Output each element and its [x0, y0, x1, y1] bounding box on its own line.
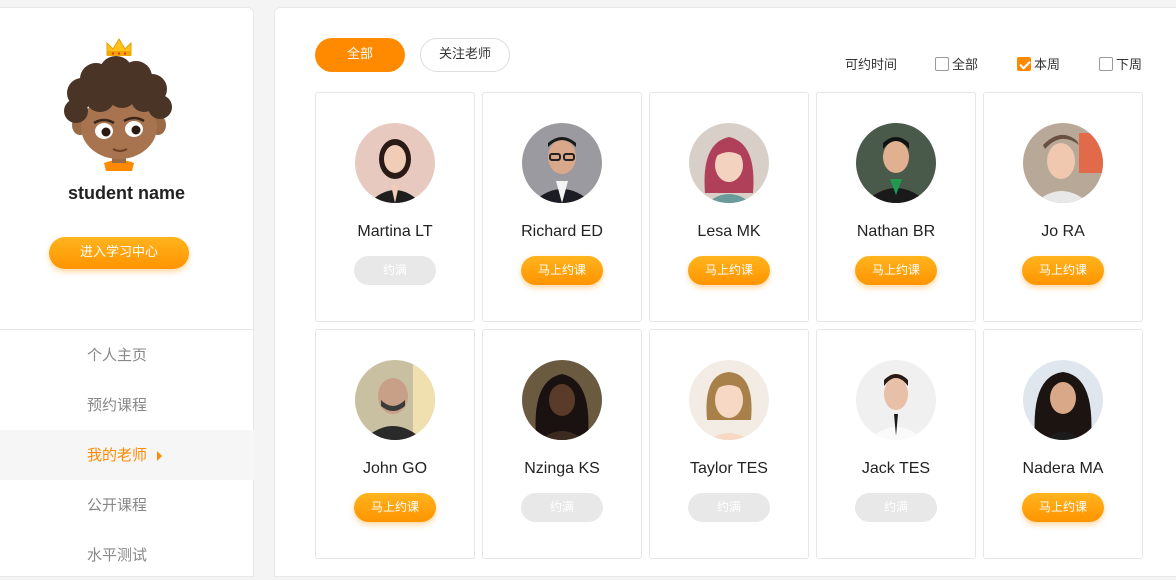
- book-now-button[interactable]: 马上约课: [354, 493, 436, 522]
- fully-booked-button: 约满: [855, 493, 937, 522]
- teacher-name: John GO: [362, 460, 428, 477]
- teacher-name: Nzinga KS: [524, 460, 600, 477]
- filter-all-button[interactable]: 全部: [315, 38, 405, 72]
- student-avatar: [60, 35, 176, 180]
- time-option-label: 全部: [952, 58, 979, 73]
- teacher-name: Jo RA: [1041, 223, 1085, 240]
- teacher-card[interactable]: Nathan BR 马上约课: [816, 92, 976, 322]
- time-option-label: 本周: [1034, 58, 1061, 73]
- book-now-button[interactable]: 马上约课: [1022, 256, 1104, 285]
- available-time-label: 可约时间: [845, 58, 898, 73]
- checkbox-checked[interactable]: [1017, 57, 1031, 71]
- teacher-card[interactable]: Martina LT 约满: [315, 92, 475, 322]
- time-option-all[interactable]: 全部: [935, 57, 978, 75]
- fully-booked-button: 约满: [688, 493, 770, 522]
- teacher-name: Richard ED: [521, 223, 603, 240]
- checkbox[interactable]: [935, 57, 949, 71]
- time-option-next-week[interactable]: 下周: [1099, 57, 1142, 75]
- teacher-photo: [689, 123, 769, 203]
- teacher-photo: [1023, 123, 1103, 203]
- book-now-button[interactable]: 马上约课: [521, 256, 603, 285]
- teacher-name: Nadera MA: [1022, 460, 1104, 477]
- sidebar-nav: 个人主页 预约课程 我的老师 公开课程 水平测试: [0, 330, 254, 580]
- study-center-button[interactable]: 进入学习中心: [49, 237, 189, 269]
- fully-booked-button: 约满: [521, 493, 603, 522]
- sidebar-item-my-teachers[interactable]: 我的老师: [0, 430, 254, 480]
- time-option-label: 下周: [1116, 58, 1143, 73]
- teacher-panel: 全部 关注老师 可约时间 全部 本周 下周 Martina LT 约满 Rich…: [274, 7, 1176, 577]
- time-option-this-week[interactable]: 本周: [1017, 57, 1060, 75]
- sidebar-item-level-test[interactable]: 水平测试: [0, 530, 254, 580]
- teacher-name: Nathan BR: [856, 223, 936, 240]
- sidebar-item-label: 个人主页: [87, 346, 148, 364]
- teacher-card[interactable]: Lesa MK 马上约课: [649, 92, 809, 322]
- teacher-card[interactable]: Richard ED 马上约课: [482, 92, 642, 322]
- sidebar-item-label: 水平测试: [87, 546, 148, 564]
- filter-followed-button[interactable]: 关注老师: [420, 38, 510, 72]
- teacher-name: Lesa MK: [697, 223, 761, 240]
- sidebar-item-open-courses[interactable]: 公开课程: [0, 480, 254, 530]
- teacher-card[interactable]: Jack TES 约满: [816, 329, 976, 559]
- sidebar-item-booked-courses[interactable]: 预约课程: [0, 380, 254, 430]
- teacher-card[interactable]: John GO 马上约课: [315, 329, 475, 559]
- caret-right-icon: [157, 450, 163, 461]
- teacher-name: Jack TES: [861, 460, 931, 477]
- sidebar: student name 进入学习中心 个人主页 预约课程 我的老师 公开课程 …: [0, 7, 254, 577]
- teacher-name: Martina LT: [357, 223, 433, 240]
- sidebar-item-label: 我的老师: [87, 446, 148, 464]
- book-now-button[interactable]: 马上约课: [1022, 493, 1104, 522]
- sidebar-item-label: 公开课程: [87, 496, 148, 514]
- teacher-photo: [1023, 360, 1103, 440]
- teacher-card[interactable]: Nzinga KS 约满: [482, 329, 642, 559]
- sidebar-item-label: 预约课程: [87, 396, 148, 414]
- crown-icon: [106, 38, 132, 56]
- teacher-name: Taylor TES: [690, 460, 768, 477]
- teacher-photo: [355, 123, 435, 203]
- teacher-photo: [689, 360, 769, 440]
- teacher-card[interactable]: Taylor TES 约满: [649, 329, 809, 559]
- fully-booked-button: 约满: [354, 256, 436, 285]
- teacher-card[interactable]: Nadera MA 马上约课: [983, 329, 1143, 559]
- teacher-photo: [522, 360, 602, 440]
- student-name: student name: [67, 183, 186, 203]
- teacher-photo: [522, 123, 602, 203]
- checkbox[interactable]: [1099, 57, 1113, 71]
- teacher-photo: [856, 360, 936, 440]
- book-now-button[interactable]: 马上约课: [688, 256, 770, 285]
- sidebar-item-home[interactable]: 个人主页: [0, 330, 254, 380]
- teacher-photo: [355, 360, 435, 440]
- teacher-card[interactable]: Jo RA 马上约课: [983, 92, 1143, 322]
- teacher-photo: [856, 123, 936, 203]
- book-now-button[interactable]: 马上约课: [855, 256, 937, 285]
